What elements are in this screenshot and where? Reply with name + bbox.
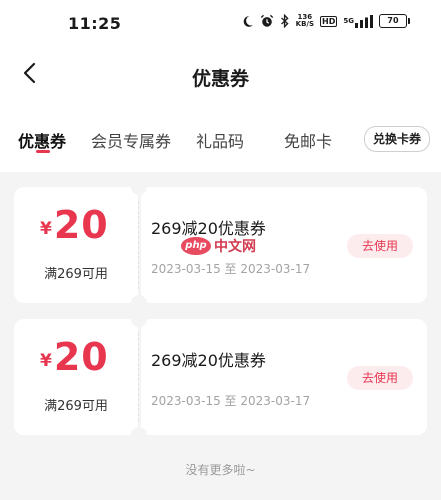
exchange-coupon-button[interactable]: 兑换卡券 [364, 126, 430, 152]
moon-icon [241, 15, 254, 28]
coupon-condition: 满269可用 [44, 399, 108, 414]
coupon-amount: ¥20 [40, 203, 109, 247]
tab-bar: 优惠券 会员专属券 礼品码 免邮卡 兑换卡券 [0, 120, 441, 160]
battery-icon: 70 [379, 14, 410, 28]
coupon-notch [131, 427, 147, 443]
page-title: 优惠券 [191, 68, 249, 90]
net-speed: 136 KB/S [295, 13, 315, 28]
end-of-list-text: 没有更多啦~ [185, 463, 256, 477]
coupon-condition: 满269可用 [44, 267, 108, 282]
watermark-text: 中文网 [214, 239, 256, 255]
status-bar: 11:25 136 KB/S HD 5G 70 [0, 0, 441, 48]
coupon-amount-panel: ¥20 满269可用 [14, 187, 138, 303]
coupon-validity: 2023-03-15 至 2023-03-17 [151, 394, 311, 408]
bluetooth-icon [280, 14, 290, 28]
coupon-amount-panel: ¥20 满269可用 [14, 319, 138, 435]
coupon-notch [131, 179, 147, 195]
use-coupon-button[interactable]: 去使用 [347, 366, 413, 390]
nav-bar: 优惠券 [0, 48, 441, 102]
status-icons: 136 KB/S HD 5G 70 [241, 13, 410, 28]
coupon-notch [131, 295, 147, 311]
tab-member-coupons[interactable]: 会员专属券 [91, 128, 171, 152]
coupon-divider [138, 333, 139, 421]
coupon-notch [131, 311, 147, 327]
coupon-detail-panel: 269减20优惠券 2023-03-15 至 2023-03-17 去使用 [141, 319, 427, 435]
signal-icon: 5G [343, 14, 373, 28]
header-area: 11:25 136 KB/S HD 5G 70 优惠券 优惠券 会员专属券 礼品… [0, 0, 441, 172]
coupon-title: 269减20优惠券 [151, 351, 266, 370]
coupon-value: 20 [53, 335, 109, 379]
coupon-validity: 2023-03-15 至 2023-03-17 [151, 262, 311, 276]
currency-symbol: ¥ [40, 351, 52, 371]
hd-badge: HD [320, 15, 338, 27]
use-coupon-button[interactable]: 去使用 [347, 234, 413, 258]
status-time: 11:25 [68, 14, 122, 33]
tab-gift-codes[interactable]: 礼品码 [196, 128, 244, 152]
alarm-icon [260, 14, 274, 28]
tab-free-shipping[interactable]: 免邮卡 [284, 128, 332, 152]
watermark: php 中文网 [181, 236, 256, 256]
currency-symbol: ¥ [40, 219, 52, 239]
watermark-logo: php [181, 237, 211, 255]
coupon-value: 20 [53, 203, 109, 247]
coupon-amount: ¥20 [40, 335, 109, 379]
active-tab-indicator [36, 150, 50, 153]
coupon-divider [138, 201, 139, 289]
coupon-card: ¥20 满269可用 269减20优惠券 2023-03-15 至 2023-0… [14, 311, 427, 443]
tab-coupons[interactable]: 优惠券 [18, 128, 66, 152]
